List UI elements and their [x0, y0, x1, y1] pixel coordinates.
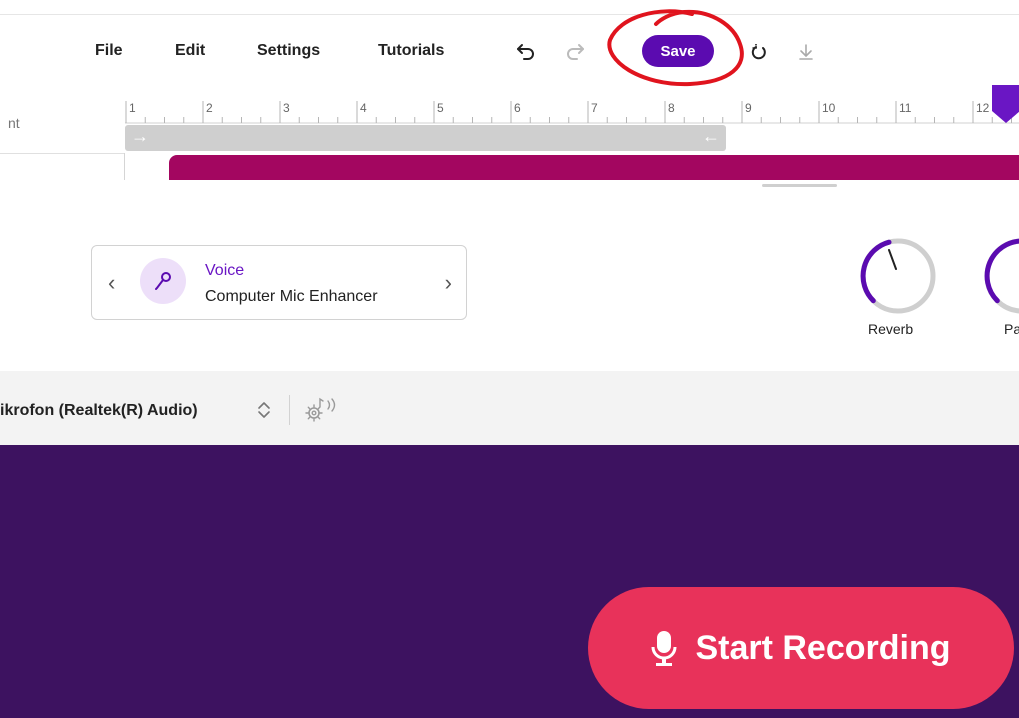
timeline-ruler[interactable] [125, 85, 1019, 125]
recording-panel: Start Recording [0, 445, 1019, 718]
top-divider [0, 14, 1019, 15]
redo-button[interactable] [561, 38, 589, 66]
ruler-number: 3 [283, 101, 290, 115]
device-separator [289, 395, 290, 425]
preset-category: Voice [205, 262, 245, 279]
ruler-number: 2 [206, 101, 213, 115]
track-divider [124, 153, 125, 180]
start-recording-label: Start Recording [695, 628, 951, 667]
reverb-label: Reverb [868, 321, 914, 337]
ruler-number: 6 [514, 101, 521, 115]
undo-icon [517, 44, 534, 60]
arrow-left-icon[interactable]: ← [702, 126, 720, 147]
panel-resize-handle[interactable] [762, 184, 837, 187]
download-icon [799, 44, 813, 60]
ruler-number: 1 [129, 101, 136, 115]
microphone-icon [140, 258, 186, 304]
loop-region[interactable]: → ← [125, 125, 726, 151]
microphone-icon [651, 631, 677, 666]
redo-icon [567, 44, 584, 60]
ruler-number: 10 [822, 101, 836, 115]
second-knob-label: Pa [1004, 321, 1019, 337]
loop-icon [751, 44, 766, 60]
ruler-number: 5 [437, 101, 444, 115]
preset-selector[interactable]: ‹ Voice Computer Mic Enhancer › [91, 245, 467, 320]
menu-edit[interactable]: Edit [175, 42, 205, 60]
reverb-knob[interactable] [858, 236, 938, 316]
input-device-bar: ikrofon (Realtek(R) Audio) [0, 371, 1019, 445]
timeline: nt → ← 1 2 3 4 5 6 7 8 9 10 11 12 [0, 85, 1019, 180]
track-header-divider [0, 153, 124, 154]
start-recording-button[interactable]: Start Recording [588, 587, 1014, 709]
menu-bar: File Edit Settings Tutorials Save [0, 30, 1019, 74]
ruler-number: 4 [360, 101, 367, 115]
chevron-left-icon[interactable]: ‹ [108, 270, 115, 296]
ruler-number: 7 [591, 101, 598, 115]
ruler-number: 11 [899, 101, 912, 115]
audio-clip[interactable] [169, 155, 1019, 180]
second-knob[interactable] [982, 236, 1019, 316]
arrow-right-icon[interactable]: → [131, 126, 149, 147]
ruler-number: 12 [976, 101, 990, 115]
playhead-marker[interactable] [992, 85, 1019, 125]
menu-tutorials[interactable]: Tutorials [378, 42, 444, 60]
chevron-right-icon[interactable]: › [445, 270, 452, 296]
menu-file[interactable]: File [95, 42, 123, 60]
preset-name: Computer Mic Enhancer [205, 288, 378, 305]
download-button[interactable] [792, 38, 820, 66]
ruler-number: 8 [668, 101, 675, 115]
track-label: nt [8, 115, 20, 131]
annotation-circle [607, 9, 744, 87]
input-device-name[interactable]: ikrofon (Realtek(R) Audio) [0, 402, 198, 420]
audio-settings-icon[interactable] [302, 395, 344, 425]
menu-settings[interactable]: Settings [257, 42, 320, 60]
chevron-updown-icon[interactable] [255, 398, 273, 422]
undo-button[interactable] [512, 38, 540, 66]
ruler-number: 9 [745, 101, 752, 115]
